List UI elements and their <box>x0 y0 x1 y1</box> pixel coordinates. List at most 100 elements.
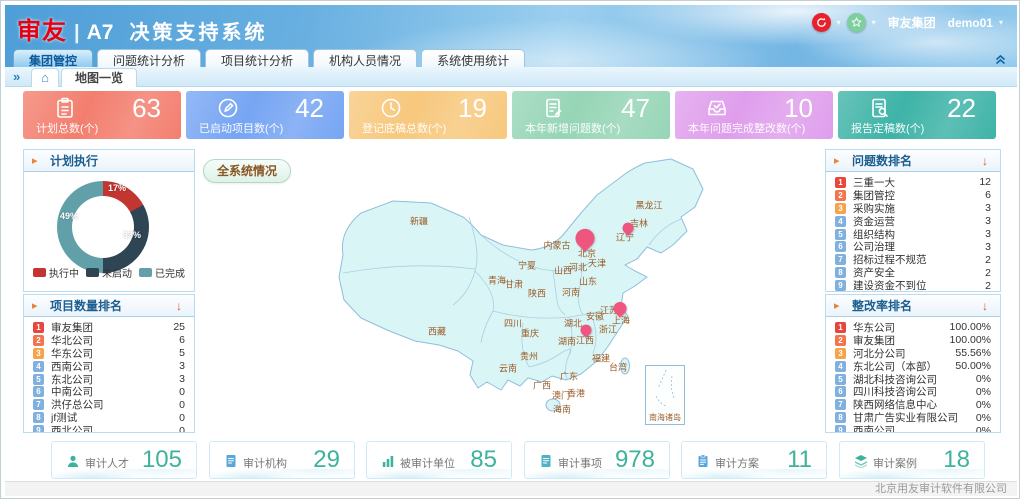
province-label[interactable]: 福建 <box>592 352 610 365</box>
rank-value: 0 <box>179 386 185 398</box>
mini-card-audit-items[interactable]: 审计事项 978 <box>524 441 670 479</box>
bar-chart-icon <box>381 454 395 473</box>
rank-row[interactable]: 9 建设资金不到位 2 <box>826 279 1000 291</box>
province-label[interactable]: 云南 <box>499 362 517 375</box>
rank-value: 0% <box>976 399 991 411</box>
rank-value: 0% <box>976 412 991 424</box>
province-label[interactable]: 广东 <box>560 370 578 383</box>
province-label[interactable]: 陕西 <box>528 287 546 300</box>
stat-value: 22 <box>947 93 976 124</box>
chevron-down-icon[interactable]: ▾ <box>872 18 876 27</box>
rank-value: 2 <box>985 280 991 291</box>
mini-card-label: 审计方案 <box>715 455 759 471</box>
stat-label: 本年新增问题数(个) <box>525 120 620 136</box>
rank-badge: 3 <box>33 348 44 359</box>
mini-card-value: 978 <box>615 446 655 474</box>
rank-row[interactable]: 9 西北公司 0 <box>24 424 194 432</box>
legend-label: 已完成 <box>155 265 185 280</box>
user-name[interactable]: demo01 <box>948 16 993 30</box>
whole-system-button[interactable]: 全系统情况 <box>203 159 291 183</box>
province-label[interactable]: 青海 <box>488 274 506 287</box>
stat-card-final-reports[interactable]: 22 报告定稿数(个) <box>838 91 996 139</box>
rank-value: 0% <box>976 373 991 385</box>
stat-card-draft-papers[interactable]: 19 登记底稿总数(个) <box>349 91 507 139</box>
panel-header: ▸ 计划执行 <box>24 150 194 172</box>
refresh-icon[interactable] <box>812 13 831 32</box>
panel-header: ▸ 整改率排名 ↓ <box>826 295 1000 317</box>
province-label[interactable]: 湖南 <box>558 335 576 348</box>
rank-list: 1 三重一大 12 2 集团管控 6 3 采购实施 3 4 资金运营 <box>826 173 1000 291</box>
province-label[interactable]: 湖北 <box>564 317 582 330</box>
rank-badge: 2 <box>835 335 846 346</box>
stat-card-plans[interactable]: 63 计划总数(个) <box>23 91 181 139</box>
arrow-right-icon: ▸ <box>834 295 840 317</box>
province-label[interactable]: 台湾 <box>609 361 627 374</box>
mini-card-audit-cases[interactable]: 审计案例 18 <box>839 441 985 479</box>
mini-card-audit-orgs[interactable]: 审计机构 29 <box>209 441 355 479</box>
province-label[interactable]: 内蒙古 <box>543 239 570 252</box>
app-logo: 审友 | A7 决策支持系统 <box>17 11 267 46</box>
province-label[interactable]: 四川 <box>504 317 522 330</box>
rank-list: 1 审友集团 25 2 华北公司 6 3 华东公司 5 4 西南公司 <box>24 318 194 432</box>
inset-label: 南海诸岛 <box>649 412 681 423</box>
province-label[interactable]: 甘肃 <box>505 278 523 291</box>
rank-value: 55.56% <box>955 347 991 359</box>
legend-swatch <box>86 268 99 277</box>
user-org[interactable]: 审友集团 <box>888 14 936 31</box>
mini-card-value: 85 <box>470 446 497 474</box>
rank-name: 建设资金不到位 <box>853 278 985 291</box>
sort-desc-icon[interactable]: ↓ <box>982 295 988 317</box>
province-label[interactable]: 香港 <box>567 387 585 400</box>
star-icon[interactable] <box>847 13 866 32</box>
province-label[interactable]: 宁夏 <box>518 259 536 272</box>
province-label[interactable]: 黑龙江 <box>635 199 662 212</box>
tab-map-overview[interactable]: 地图一览 <box>61 68 137 87</box>
mini-card-audit-talents[interactable]: 审计人才 105 <box>51 441 197 479</box>
rank-value: 3 <box>985 215 991 227</box>
rank-list: 1 华东公司 100.00% 2 审友集团 100.00% 3 河北分公司 55… <box>826 318 1000 432</box>
rank-value: 2 <box>985 267 991 279</box>
home-icon[interactable]: ⌂ <box>31 68 59 87</box>
sort-desc-icon[interactable]: ↓ <box>176 295 182 317</box>
legend-swatch <box>139 268 152 277</box>
chevron-down-icon[interactable]: ▾ <box>999 18 1003 27</box>
stat-label: 已启动项目数(个) <box>199 120 283 136</box>
chevron-down-icon[interactable]: ▾ <box>837 18 841 27</box>
panel-title: 问题数排名 <box>852 150 912 172</box>
rank-badge: 4 <box>835 361 846 372</box>
mini-card-value: 105 <box>142 446 182 474</box>
rank-badge: 8 <box>835 412 846 423</box>
province-label[interactable]: 重庆 <box>521 327 539 340</box>
province-label[interactable]: 海南 <box>553 403 571 416</box>
mini-card-label: 审计人才 <box>85 455 129 471</box>
mini-card-label: 审计事项 <box>558 455 602 471</box>
province-label[interactable]: 山东 <box>579 275 597 288</box>
province-label[interactable]: 贵州 <box>520 350 538 363</box>
province-label[interactable]: 广西 <box>533 379 551 392</box>
collapse-up-icon[interactable] <box>994 53 1007 66</box>
stat-card-new-issues[interactable]: 47 本年新增问题数(个) <box>512 91 670 139</box>
mini-card-audited-units[interactable]: 被审计单位 85 <box>366 441 512 479</box>
donut-label-executing: 17% <box>108 183 126 193</box>
china-map[interactable]: 新疆黑龙江吉林辽宁内蒙古北京天津宁夏山西河北山东青海甘肃陕西河南西藏四川重庆湖北… <box>331 153 823 438</box>
province-label[interactable]: 新疆 <box>410 215 428 228</box>
mini-card-label: 审计案例 <box>873 455 917 471</box>
rank-badge: 5 <box>835 229 846 240</box>
stat-card-rectified-issues[interactable]: 10 本年问题完成整改数(个) <box>675 91 833 139</box>
rank-badge: 4 <box>835 216 846 227</box>
sort-desc-icon[interactable]: ↓ <box>982 150 988 172</box>
panel-title: 计划执行 <box>50 150 98 172</box>
plan-donut-chart[interactable] <box>57 181 149 273</box>
rank-value: 6 <box>179 334 185 346</box>
double-chevron-icon[interactable]: » <box>13 69 20 84</box>
rank-badge: 2 <box>835 190 846 201</box>
mini-card-audit-plans[interactable]: 审计方案 11 <box>681 441 827 479</box>
province-label[interactable]: 河北 <box>569 261 587 274</box>
stat-card-started-projects[interactable]: 42 已启动项目数(个) <box>186 91 344 139</box>
rank-row[interactable]: 9 西南公司 0% <box>826 424 1000 432</box>
province-label[interactable]: 天津 <box>588 257 606 270</box>
province-label[interactable]: 浙江 <box>599 323 617 336</box>
province-label[interactable]: 西藏 <box>428 325 446 338</box>
province-label[interactable]: 河南 <box>562 286 580 299</box>
rank-value: 25 <box>173 321 185 333</box>
